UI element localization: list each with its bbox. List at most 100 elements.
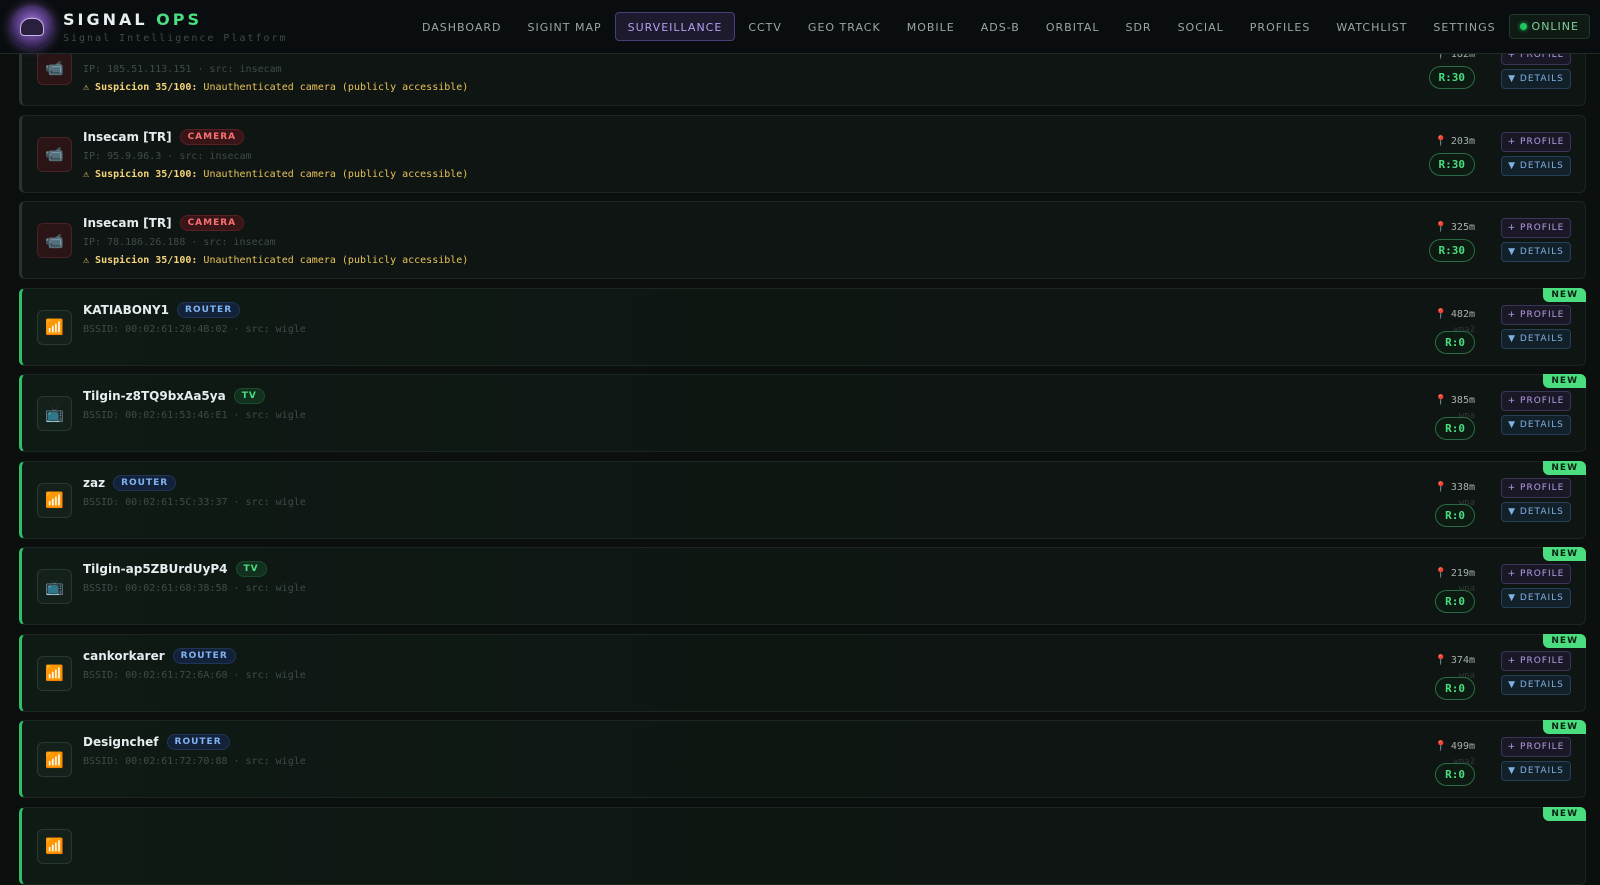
details-toggle-button[interactable]: ▼ DETAILS bbox=[1501, 242, 1571, 262]
device-distance: 📍 482m bbox=[1434, 309, 1475, 320]
add-profile-button[interactable]: + PROFILE bbox=[1501, 304, 1571, 325]
suspicion-reason: Unauthenticated camera (publicly accessi… bbox=[197, 82, 469, 93]
device-title-row: zaz ROUTER bbox=[83, 474, 177, 491]
brand-subtitle: Signal Intelligence Platform bbox=[63, 33, 288, 44]
distance-value: 385m bbox=[1450, 395, 1475, 406]
device-card[interactable]: 📹 Insecam [TR] CAMERA IP: 95.9.96.3 · src: … bbox=[19, 114, 1586, 193]
device-type-badge: ROUTER bbox=[166, 734, 230, 750]
details-toggle-button[interactable]: ▼ DETAILS bbox=[1501, 415, 1571, 435]
nav-tab-geo-track[interactable]: GEO TRACK bbox=[795, 12, 894, 41]
nav-tab-dashboard[interactable]: DASHBOARD bbox=[409, 12, 515, 41]
suspicion-line: ⚠ Suspicion 35/100: Unauthenticated came… bbox=[83, 82, 468, 93]
device-type-badge: ROUTER bbox=[172, 647, 236, 664]
location-pin-icon: 📍 bbox=[1434, 222, 1447, 233]
warning-icon: ⚠ bbox=[83, 168, 96, 180]
nav-tab-social[interactable]: SOCIAL bbox=[1165, 12, 1237, 41]
details-toggle-button[interactable]: ▼ DETAILS bbox=[1501, 674, 1571, 695]
new-badge: NEW bbox=[1543, 460, 1586, 475]
device-distance: 📍 219m bbox=[1434, 568, 1475, 579]
suspicion-line: ⚠ Suspicion 35/100: Unauthenticated came… bbox=[83, 169, 468, 180]
device-meta: BSSID: 00:02:61:72:70:88 · src: wigle bbox=[83, 756, 306, 767]
wifi-signal-icon: 📶 bbox=[37, 828, 72, 864]
device-name: Insecam [TR] bbox=[83, 129, 172, 144]
device-distance: 📍 499m bbox=[1434, 741, 1475, 752]
add-profile-button[interactable]: + PROFILE bbox=[1501, 650, 1571, 671]
device-meta: IP: 95.9.96.3 · src: insecam bbox=[83, 150, 252, 162]
details-toggle-button[interactable]: ▼ DETAILS bbox=[1501, 501, 1571, 522]
nav-tab-orbital[interactable]: ORBITAL bbox=[1033, 12, 1113, 41]
device-meta: BSSID: 00:02:61:53:46:E1 · src: wigle bbox=[83, 410, 306, 421]
location-pin-icon: 📍 bbox=[1434, 135, 1447, 147]
location-pin-icon: 📍 bbox=[1434, 481, 1447, 493]
distance-value: 482m bbox=[1450, 308, 1475, 320]
brand: SIGNAL OPS Signal Intelligence Platform bbox=[63, 10, 288, 44]
details-toggle-button[interactable]: ▼ DETAILS bbox=[1501, 328, 1571, 349]
details-toggle-button[interactable]: ▼ DETAILS bbox=[1501, 761, 1571, 781]
nav-tab-cctv[interactable]: CCTV bbox=[735, 12, 795, 41]
risk-score-badge: R:30 bbox=[1428, 239, 1475, 262]
device-name: KATIABONY1 bbox=[83, 302, 170, 317]
main-nav: DASHBOARD SIGINT MAP SURVEILLANCE CCTV GEO T… bbox=[409, 12, 1509, 41]
device-card[interactable]: 📶 KATIABONY1 ROUTER BSSID: 00:02:61:20:4B:0… bbox=[19, 287, 1586, 366]
device-meta: BSSID: 00:02:61:20:4B:02 · src: wigle bbox=[83, 323, 306, 335]
device-card[interactable]: 📶 cankorkarer ROUTER BSSID: 00:02:61:72:6A:… bbox=[19, 633, 1586, 712]
risk-score-badge: R:30 bbox=[1428, 66, 1475, 89]
details-toggle-button[interactable]: ▼ DETAILS bbox=[1501, 588, 1571, 608]
camera-icon: 📹 bbox=[37, 223, 72, 258]
nav-tab-surveillance[interactable]: SURVEILLANCE bbox=[614, 12, 736, 41]
wifi-signal-icon: 📶 bbox=[37, 482, 72, 518]
new-badge: NEW bbox=[1543, 287, 1586, 302]
nav-tab-sdr[interactable]: SDR bbox=[1112, 12, 1164, 41]
warning-icon: ⚠ bbox=[83, 255, 96, 266]
nav-tab-ads-b[interactable]: ADS-B bbox=[968, 12, 1033, 41]
device-title-row: Tilgin-ap5ZBUrdUyP4 TV bbox=[83, 561, 267, 577]
device-type-badge: TV bbox=[233, 388, 265, 404]
device-card[interactable]: 📶 NEW bbox=[19, 806, 1586, 885]
device-title-row: Insecam [TR] CAMERA bbox=[83, 215, 245, 231]
device-type-badge: CAMERA bbox=[179, 215, 245, 231]
nav-tab-watchlist[interactable]: WATCHLIST bbox=[1323, 12, 1420, 41]
tv-icon: 📺 bbox=[37, 396, 72, 431]
device-card[interactable]: 📶 zaz ROUTER BSSID: 00:02:61:5C:33:37 · src… bbox=[19, 460, 1586, 539]
device-meta: IP: 78.186.26.188 · src: insecam bbox=[83, 237, 276, 248]
device-title-row: Designchef ROUTER bbox=[83, 734, 230, 750]
nav-tab-mobile[interactable]: MOBILE bbox=[894, 12, 968, 41]
device-card[interactable]: 📺 Tilgin-z8TQ9bxAa5ya TV BSSID: 00:02:61:53… bbox=[19, 374, 1586, 452]
details-toggle-button[interactable]: ▼ DETAILS bbox=[1501, 69, 1571, 89]
new-badge: NEW bbox=[1543, 547, 1586, 561]
add-profile-button[interactable]: + PROFILE bbox=[1501, 477, 1571, 498]
suspicion-reason: Unauthenticated camera (publicly accessi… bbox=[197, 168, 469, 180]
risk-score-badge: R:0 bbox=[1435, 763, 1475, 786]
device-card[interactable]: 📶 Designchef ROUTER BSSID: 00:02:61:72:70:8… bbox=[19, 720, 1586, 798]
add-profile-button[interactable]: + PROFILE bbox=[1501, 564, 1571, 584]
location-pin-icon: 📍 bbox=[1434, 741, 1447, 752]
add-profile-button[interactable]: + PROFILE bbox=[1501, 391, 1571, 411]
device-name: Insecam [TR] bbox=[83, 216, 172, 230]
brand-logo[interactable] bbox=[10, 5, 54, 49]
distance-value: 374m bbox=[1450, 654, 1475, 666]
device-card[interactable]: 📺 Tilgin-ap5ZBUrdUyP4 TV BSSID: 00:02:61:68… bbox=[19, 547, 1586, 625]
device-name: Tilgin-z8TQ9bxAa5ya bbox=[83, 389, 226, 403]
risk-score-badge: R:30 bbox=[1428, 152, 1475, 176]
brand-word-signal: SIGNAL bbox=[63, 10, 148, 29]
device-meta: IP: 185.51.113.151 · src: insecam bbox=[83, 64, 282, 75]
wifi-signal-icon: 📶 bbox=[37, 655, 72, 691]
details-toggle-button[interactable]: ▼ DETAILS bbox=[1501, 155, 1571, 176]
distance-value: 203m bbox=[1450, 135, 1475, 147]
add-profile-button[interactable]: + PROFILE bbox=[1501, 218, 1571, 238]
nav-tab-settings[interactable]: SETTINGS bbox=[1420, 12, 1508, 41]
new-badge: NEW bbox=[1543, 633, 1586, 648]
risk-score-badge: R:0 bbox=[1435, 676, 1475, 700]
location-pin-icon: 📍 bbox=[1434, 308, 1447, 320]
suspicion-score: Suspicion 35/100: bbox=[95, 82, 198, 93]
nav-tab-sigint-map[interactable]: SIGINT MAP bbox=[515, 12, 615, 41]
device-meta: BSSID: 00:02:61:5C:33:37 · src: wigle bbox=[83, 496, 306, 508]
nav-tab-profiles[interactable]: PROFILES bbox=[1237, 12, 1324, 41]
device-distance: 📍 338m bbox=[1434, 482, 1475, 493]
add-profile-button[interactable]: + PROFILE bbox=[1501, 131, 1571, 152]
online-dot-icon bbox=[1519, 23, 1527, 30]
add-profile-button[interactable]: + PROFILE bbox=[1501, 737, 1571, 757]
device-title-row: Tilgin-z8TQ9bxAa5ya TV bbox=[83, 388, 265, 404]
device-card[interactable]: 📹 Insecam [TR] CAMERA IP: 78.186.26.188 · s… bbox=[19, 201, 1586, 279]
device-name: cankorkarer bbox=[83, 648, 165, 663]
